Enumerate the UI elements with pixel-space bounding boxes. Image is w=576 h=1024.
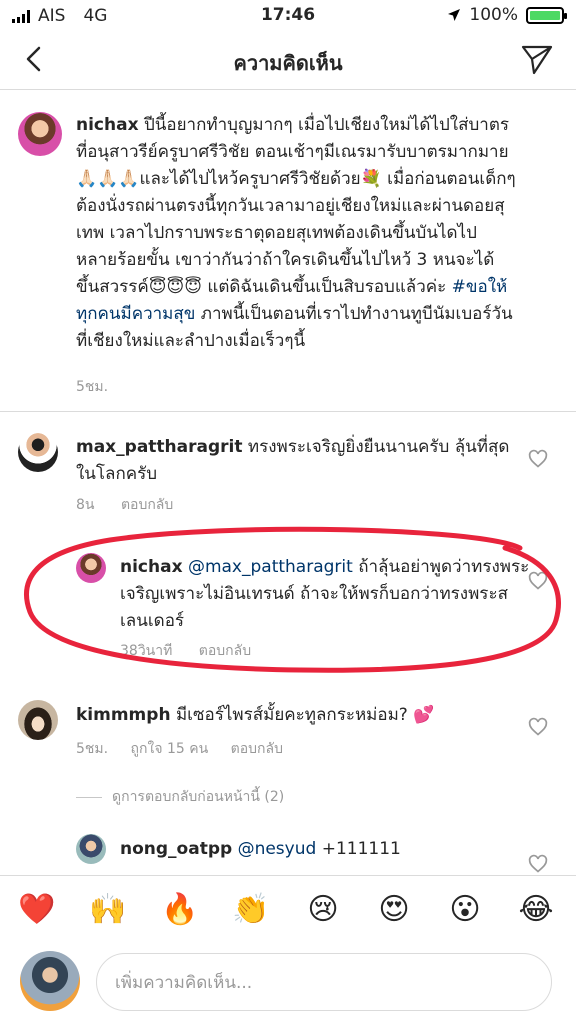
comment-timestamp: 8น [76,497,95,513]
avatar[interactable] [18,700,58,740]
tears-of-joy-emoji-icon[interactable]: 😂 [516,890,556,930]
comment-text: nichax @max_pattharagrit ถ้าลุ้นอย่าพูดว… [120,554,530,635]
comment-timestamp: 38วินาที [120,643,173,659]
heart-outline-icon[interactable] [528,717,548,737]
comment-likes[interactable]: ถูกใจ 15 คน [131,741,209,757]
comment-mention[interactable]: @nesyud [238,839,317,859]
heart-eyes-emoji-icon[interactable]: 😍 [374,890,414,930]
avatar[interactable] [76,834,106,864]
caption-timestamp: 5ชม. [76,379,109,395]
battery-percent: 100% [469,5,518,25]
reply-button[interactable]: ตอบกลับ [199,643,251,659]
comment-timestamp: 5ชม. [76,741,109,757]
comment-username[interactable]: nichax [120,557,183,577]
heart-outline-icon[interactable] [528,571,548,591]
comment-body: +111111 [316,839,401,859]
avatar[interactable] [18,112,62,156]
nav-bar: ความคิดเห็น [0,30,576,90]
location-arrow-icon [448,9,461,21]
comment-username[interactable]: nong_oatpp [120,839,232,859]
paper-plane-icon[interactable] [520,42,554,76]
comment-meta: 5ชม. ถูกใจ 15 คน ตอบกลับ [76,738,283,760]
comment-composer [0,943,576,1024]
clapping-hands-emoji-icon[interactable]: 👏 [231,890,271,930]
comment-username[interactable]: kimmmph [76,705,171,725]
comment-text: kimmmph มีเซอร์ไพรส์มั้ยคะทูลกระหม่อม? 💕 [76,702,516,729]
heart-outline-icon[interactable] [528,854,548,874]
avatar[interactable] [76,553,106,583]
comment-body: มีเซอร์ไพรส์มั้ยคะทูลกระหม่อม? 💕 [170,705,435,725]
reply-button[interactable]: ตอบกลับ [121,497,173,513]
red-heart-emoji-icon[interactable]: ❤️ [17,890,57,930]
avatar[interactable] [20,951,80,1011]
comment-username[interactable]: max_pattharagrit [76,437,242,457]
comment-mention[interactable]: @max_pattharagrit [188,557,353,577]
battery-icon [526,6,567,24]
view-previous-replies-button[interactable]: ดูการตอบกลับก่อนหน้านี้ (2) [76,786,284,808]
comment-meta: 8น ตอบกลับ [76,494,173,516]
surprised-face-emoji-icon[interactable]: 😮 [445,890,485,930]
avatar[interactable] [18,432,58,472]
view-previous-replies-label: ดูการตอบกลับก่อนหน้านี้ (2) [112,789,285,805]
battery-fill [530,10,560,20]
fire-emoji-icon[interactable]: 🔥 [160,890,200,930]
raising-hands-emoji-icon[interactable]: 🙌 [88,890,128,930]
comment-input[interactable] [115,968,535,998]
comment-text: nong_oatpp @nesyud +111111 [120,836,520,863]
status-bar: AIS 4G 17:46 100% [0,0,576,30]
comment-text: max_pattharagrit ทรงพระเจริญยิ่งยืนนานคร… [76,434,516,488]
caption-text: nichax ปีนี้อยากทำบุญมากๆ เมื่อไปเชียงให… [76,112,516,355]
caption-username[interactable]: nichax [76,115,139,135]
status-right: 100% [447,5,567,25]
crying-face-emoji-icon[interactable]: 😢 [303,890,343,930]
reply-button[interactable]: ตอบกลับ [231,741,283,757]
divider [76,796,102,798]
page-title: ความคิดเห็น [233,51,343,75]
comment-input-wrapper[interactable] [96,953,552,1011]
post-caption: nichax ปีนี้อยากทำบุญมากๆ เมื่อไปเชียงให… [0,90,576,412]
comment-meta: 38วินาที ตอบกลับ [120,640,251,662]
caption-body: ปีนี้อยากทำบุญมากๆ เมื่อไปเชียงใหม่ได้ไป… [76,115,516,297]
heart-outline-icon[interactable] [528,449,548,469]
emoji-quick-bar: ❤️ 🙌 🔥 👏 😢 😍 😮 😂 [0,875,576,943]
